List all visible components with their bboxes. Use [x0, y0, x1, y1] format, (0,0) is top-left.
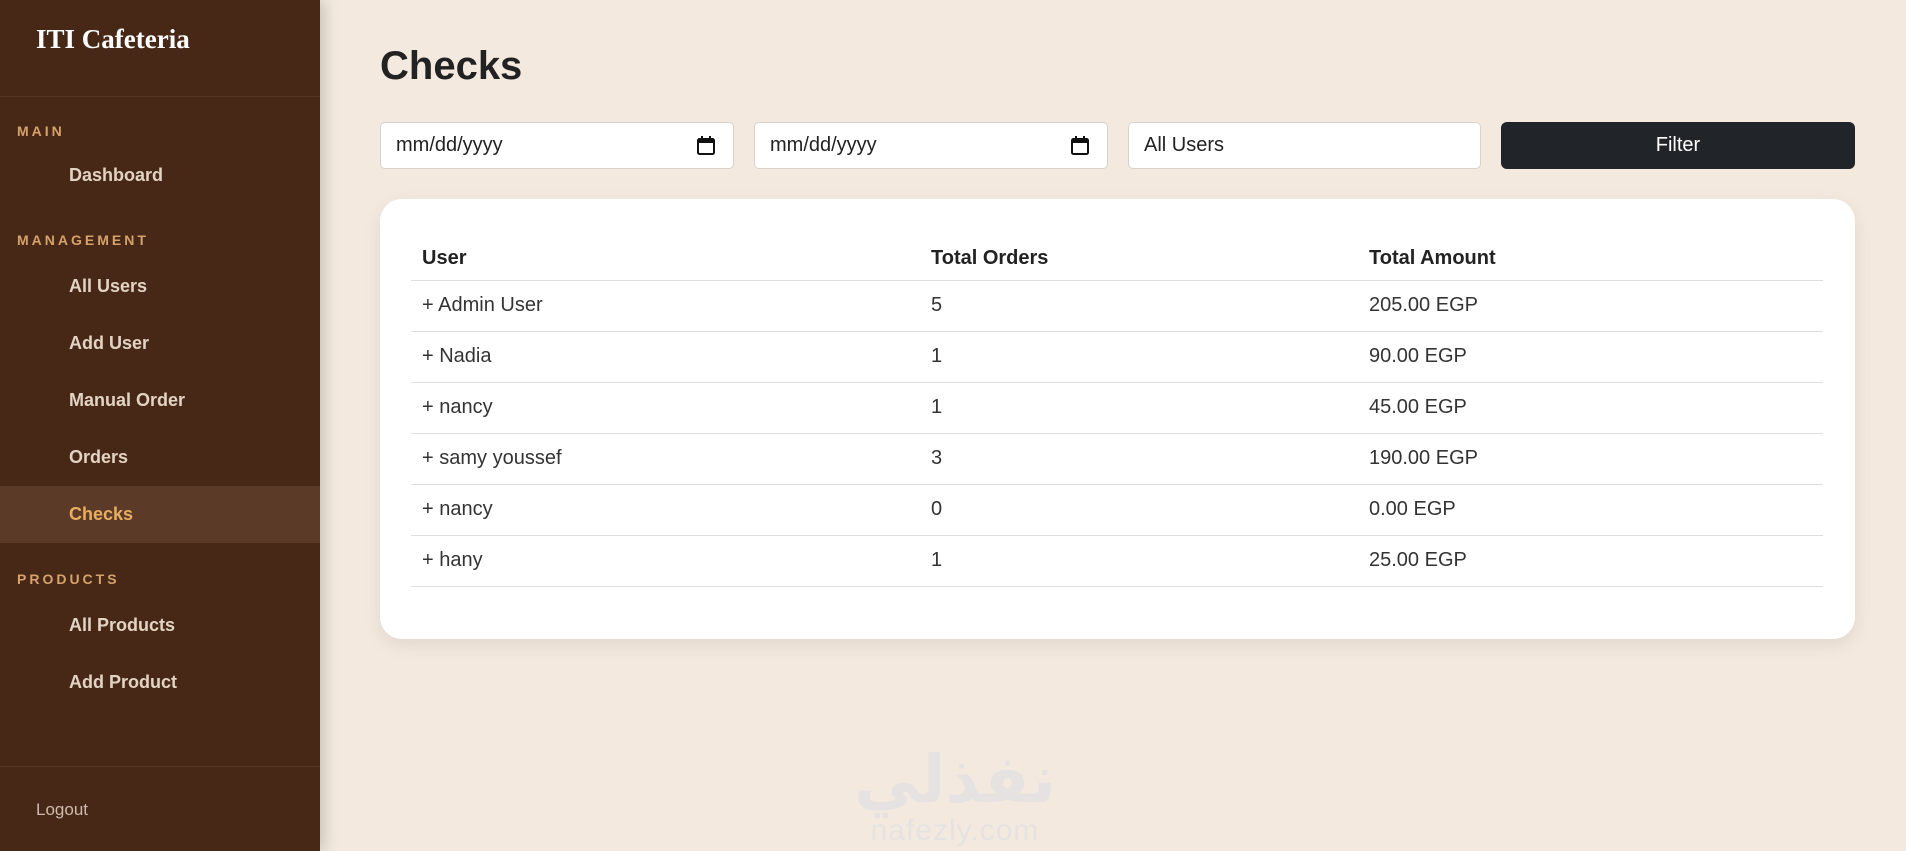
date-to-placeholder: mm/dd/yyyy [770, 134, 877, 156]
watermark-logo: نفذلي nafezly.com [840, 740, 1070, 850]
section-title-main: MAIN [17, 123, 65, 139]
cell-user[interactable]: + Admin User [411, 280, 920, 332]
table-header-row: User Total Orders Total Amount [411, 229, 1823, 281]
checks-table: User Total Orders Total Amount + Admin U… [411, 229, 1823, 587]
date-to-input[interactable]: mm/dd/yyyy [754, 122, 1108, 169]
cell-user[interactable]: + hany [411, 535, 920, 587]
logout-link[interactable]: Logout [0, 766, 320, 851]
table-row[interactable]: + hany 1 25.00 EGP [411, 535, 1823, 587]
cell-user[interactable]: + Nadia [411, 331, 920, 383]
calendar-icon[interactable] [1071, 136, 1089, 155]
cell-user[interactable]: + nancy [411, 484, 920, 536]
cell-total-amount: 190.00 EGP [1358, 433, 1823, 485]
header-user: User [411, 229, 920, 281]
cell-total-orders: 0 [920, 484, 1358, 536]
cell-user[interactable]: + nancy [411, 382, 920, 434]
date-from-placeholder: mm/dd/yyyy [396, 134, 503, 156]
nav-item-manual-order[interactable]: Manual Order [0, 372, 320, 429]
table-row[interactable]: + nancy 0 0.00 EGP [411, 484, 1823, 536]
nav-item-add-user[interactable]: Add User [0, 315, 320, 372]
nav-item-add-product[interactable]: Add Product [0, 654, 320, 711]
table-row[interactable]: + Admin User 5 205.00 EGP [411, 280, 1823, 332]
nav-item-all-users[interactable]: All Users [0, 258, 320, 315]
header-total-amount: Total Amount [1358, 229, 1823, 281]
section-title-products: PRODUCTS [17, 571, 120, 587]
filter-button[interactable]: Filter [1501, 122, 1855, 169]
nav-item-dashboard[interactable]: Dashboard [0, 147, 320, 204]
date-from-input[interactable]: mm/dd/yyyy [380, 122, 734, 169]
filter-bar: mm/dd/yyyy mm/dd/yyyy All Users Filter [380, 122, 1855, 169]
sidebar: ITI Cafeteria MAIN Dashboard MANAGEMENT … [0, 0, 320, 851]
cell-total-orders: 1 [920, 382, 1358, 434]
cell-total-amount: 45.00 EGP [1358, 382, 1823, 434]
user-select[interactable]: All Users [1128, 122, 1481, 169]
section-title-management: MANAGEMENT [17, 232, 149, 248]
cell-user[interactable]: + samy youssef [411, 433, 920, 485]
checks-table-card: User Total Orders Total Amount + Admin U… [380, 199, 1855, 639]
watermark-arabic: نفذلي [854, 741, 1056, 818]
watermark-latin: nafezly.com [870, 814, 1040, 847]
cell-total-amount: 90.00 EGP [1358, 331, 1823, 383]
user-select-value: All Users [1144, 134, 1225, 156]
nav-item-orders[interactable]: Orders [0, 429, 320, 486]
header-total-orders: Total Orders [920, 229, 1358, 281]
table-row[interactable]: + samy youssef 3 190.00 EGP [411, 433, 1823, 485]
cell-total-amount: 25.00 EGP [1358, 535, 1823, 587]
cell-total-orders: 3 [920, 433, 1358, 485]
calendar-icon[interactable] [697, 136, 715, 155]
table-row[interactable]: + nancy 1 45.00 EGP [411, 382, 1823, 434]
nav-item-checks[interactable]: Checks [0, 486, 320, 543]
table-row[interactable]: + Nadia 1 90.00 EGP [411, 331, 1823, 383]
cell-total-orders: 1 [920, 331, 1358, 383]
cell-total-orders: 1 [920, 535, 1358, 587]
brand-title: ITI Cafeteria [0, 0, 320, 97]
cell-total-orders: 5 [920, 280, 1358, 332]
cell-total-amount: 205.00 EGP [1358, 280, 1823, 332]
page-title: Checks [380, 44, 523, 88]
cell-total-amount: 0.00 EGP [1358, 484, 1823, 536]
nav-item-all-products[interactable]: All Products [0, 597, 320, 654]
